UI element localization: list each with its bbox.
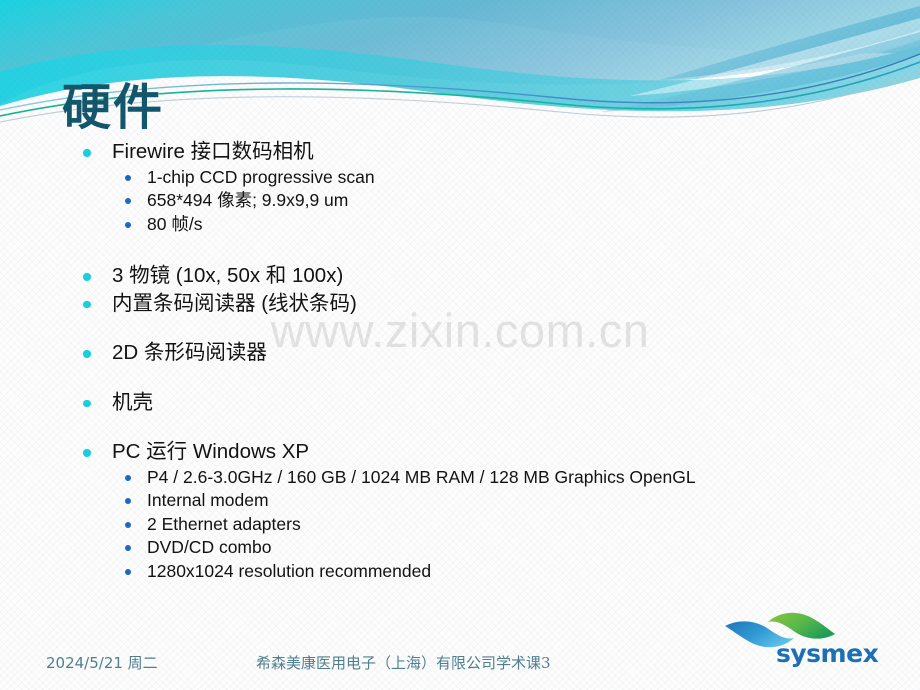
slide-body: Firewire 接口数码相机 1-chip CCD progressive s…: [78, 138, 818, 583]
bullet-marker-level1: [83, 350, 91, 358]
bullet-item-resolution: 1280x1024 resolution recommended: [121, 560, 818, 584]
bullet-text: 3 物镜 (10x, 50x 和 100x): [112, 264, 344, 287]
bullet-item-camera: Firewire 接口数码相机: [78, 138, 818, 166]
bullet-item-pixels: 658*494 像素; 9.9x9,9 um: [121, 189, 818, 213]
bullet-list-level1: PC 运行 Windows XP: [78, 438, 818, 466]
bullet-marker-level2: [125, 521, 131, 528]
bullet-text: 2 Ethernet adapters: [147, 513, 301, 534]
content-block-camera: Firewire 接口数码相机 1-chip CCD progressive s…: [78, 138, 818, 236]
bullet-item-ccd: 1-chip CCD progressive scan: [121, 166, 818, 190]
bullet-item-optical-drive: DVD/CD combo: [121, 536, 818, 560]
presentation-slide: www.zixin.com.cn 硬件 Firewire 接口数码相机 1-ch…: [0, 0, 920, 690]
bullet-marker-level2: [125, 568, 131, 575]
bullet-marker-level2: [125, 221, 131, 228]
footer-date: 2024/5/21 周二: [46, 654, 158, 672]
bullet-item-modem: Internal modem: [121, 489, 818, 513]
bullet-item-ethernet: 2 Ethernet adapters: [121, 513, 818, 537]
bullet-text: 机壳: [112, 390, 153, 414]
bullet-text: 1280x1024 resolution recommended: [147, 560, 432, 581]
bullet-list-level1: Firewire 接口数码相机: [78, 138, 818, 166]
sysmex-logo: sysmex: [725, 612, 879, 668]
bullet-item-cpu-spec: P4 / 2.6-3.0GHz / 160 GB / 1024 MB RAM /…: [121, 466, 818, 490]
bullet-text: 80 帧/s: [147, 213, 203, 234]
bullet-text: 1-chip CCD progressive scan: [147, 166, 375, 187]
logo-mark-green-leaf: [768, 612, 835, 639]
bullet-text: DVD/CD combo: [147, 537, 272, 557]
bullet-item-framerate: 80 帧/s: [121, 213, 818, 237]
bullet-item-housing: 机壳: [78, 389, 818, 417]
content-block-housing: 机壳: [78, 389, 818, 417]
bullet-list-level1: 3 物镜 (10x, 50x 和 100x) 内置条码阅读器 (线状条码): [78, 262, 818, 317]
bullet-marker-level2: [125, 198, 131, 204]
bullet-marker-level1: [83, 149, 91, 157]
bullet-list-level1: 机壳: [78, 389, 818, 417]
bullet-marker-level1: [83, 399, 91, 407]
slide-title: 硬件: [62, 79, 165, 136]
bullet-text: Internal modem: [147, 490, 269, 510]
bullet-text: Firewire 接口数码相机: [112, 140, 314, 163]
bullet-list-level2-pc: P4 / 2.6-3.0GHz / 160 GB / 1024 MB RAM /…: [78, 466, 818, 584]
bullet-marker-level1: [83, 300, 91, 308]
content-block-pc: PC 运行 Windows XP P4 / 2.6-3.0GHz / 160 G…: [78, 438, 818, 583]
bullet-text: 2D 条形码阅读器: [112, 341, 267, 364]
bullet-text: P4 / 2.6-3.0GHz / 160 GB / 1024 MB RAM /…: [147, 466, 696, 487]
bullet-list-level2-camera: 1-chip CCD progressive scan 658*494 像素; …: [78, 166, 818, 237]
bullet-item-2d-barcode: 2D 条形码阅读器: [78, 339, 818, 367]
logo-wordmark: sysmex: [776, 639, 879, 668]
bullet-item-objectives: 3 物镜 (10x, 50x 和 100x): [78, 262, 818, 290]
content-block-2d-barcode: 2D 条形码阅读器: [78, 339, 818, 367]
bullet-item-pc: PC 运行 Windows XP: [78, 438, 818, 466]
bullet-marker-level1: [83, 449, 91, 457]
footer-company-text: 希森美康医用电子（上海）有限公司学术课3: [256, 654, 551, 672]
bullet-marker-level2: [125, 174, 131, 181]
bullet-marker-level2: [125, 545, 131, 551]
bullet-marker-level2: [125, 498, 131, 504]
bullet-marker-level1: [83, 273, 91, 281]
bullet-marker-level2: [125, 474, 131, 481]
bullet-text: PC 运行 Windows XP: [112, 440, 310, 463]
content-block-optics: 3 物镜 (10x, 50x 和 100x) 内置条码阅读器 (线状条码): [78, 262, 818, 317]
bullet-item-internal-barcode: 内置条码阅读器 (线状条码): [78, 290, 818, 318]
bullet-text: 658*494 像素; 9.9x9,9 um: [147, 190, 349, 210]
bullet-list-level1: 2D 条形码阅读器: [78, 339, 818, 367]
bullet-text: 内置条码阅读器 (线状条码): [112, 291, 357, 315]
